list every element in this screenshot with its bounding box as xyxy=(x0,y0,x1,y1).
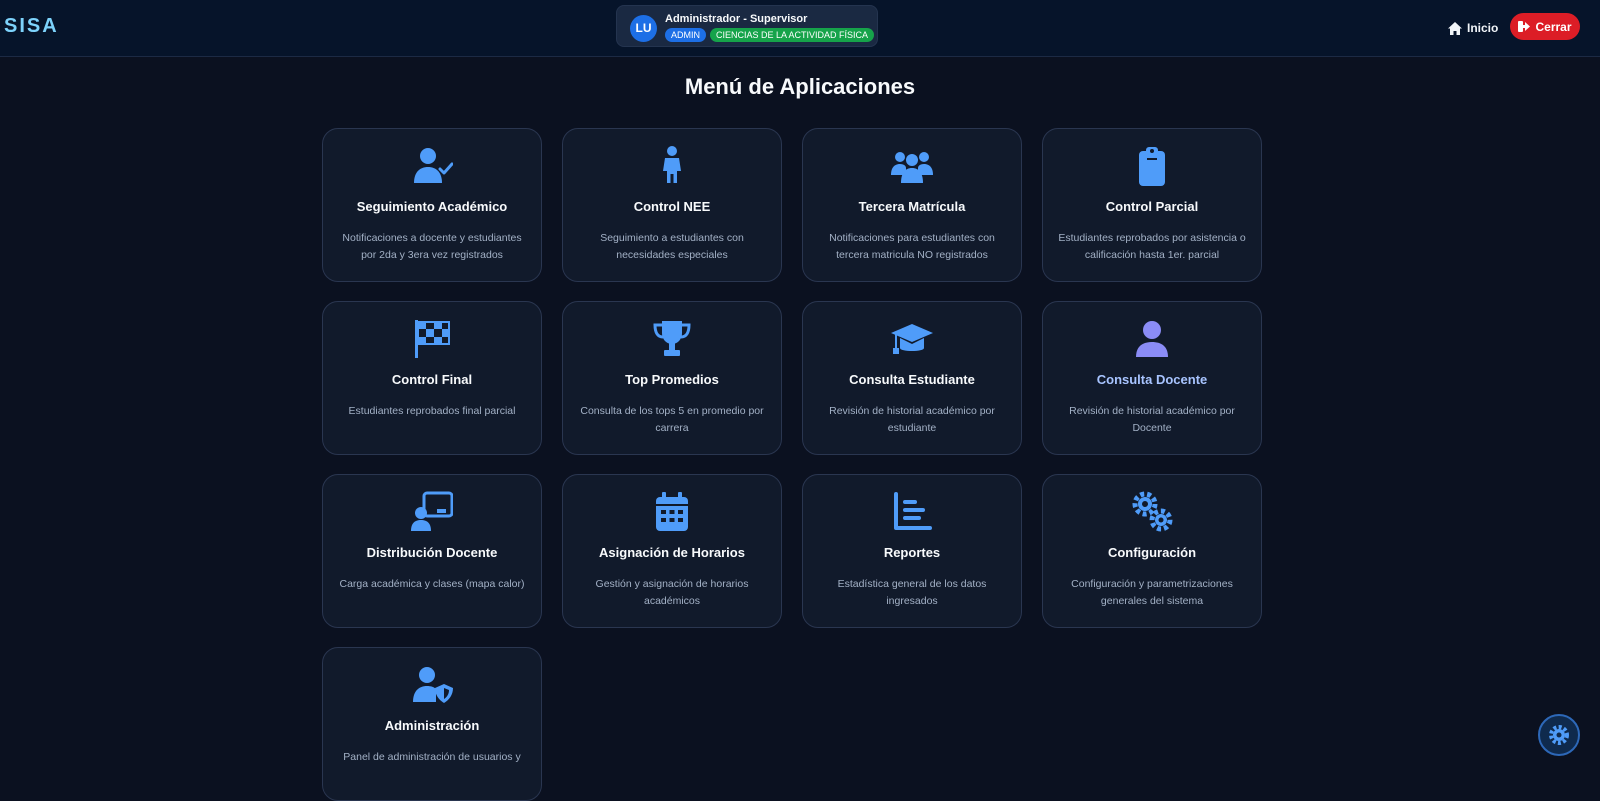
app-card-control-parcial[interactable]: Control Parcial Estudiantes reprobados p… xyxy=(1042,128,1262,282)
card-description: Panel de administración de usuarios y xyxy=(343,751,521,763)
users-icon xyxy=(891,152,933,183)
avatar: LU xyxy=(630,15,657,42)
card-title: Control NEE xyxy=(633,199,711,214)
logout-button[interactable]: Cerrar xyxy=(1510,13,1580,40)
home-icon xyxy=(1448,21,1462,35)
app-card-reportes[interactable]: Reportes Estadística general de los dato… xyxy=(802,474,1022,628)
card-title: Asignación de Horarios xyxy=(599,545,745,560)
card-description: Estadística general de los datos ingresa… xyxy=(837,578,987,607)
clipboard-icon xyxy=(1139,147,1165,186)
card-title: Consulta Estudiante xyxy=(849,372,975,387)
app-card-tercera-matricula[interactable]: Tercera Matrícula Notificaciones para es… xyxy=(802,128,1022,282)
user-info-panel: LU Administrador - Supervisor ADMIN CIEN… xyxy=(616,5,878,47)
app-card-top-promedios[interactable]: Top Promedios Consulta de los tops 5 en … xyxy=(562,301,782,455)
user-icon xyxy=(1136,321,1168,357)
card-title: Distribución Docente xyxy=(366,545,498,560)
card-description: Estudiantes reprobados final parcial xyxy=(348,405,516,417)
logout-label: Cerrar xyxy=(1535,19,1572,34)
brand-logo[interactable]: SISA xyxy=(4,15,59,38)
app-card-asignacion-horarios[interactable]: Asignación de Horarios Gestión y asignac… xyxy=(562,474,782,628)
user-shield-icon xyxy=(413,667,453,703)
card-title: Control Parcial xyxy=(1105,199,1199,214)
sign-out-icon xyxy=(1518,21,1531,32)
card-description: Gestión y asignación de horarios académi… xyxy=(595,578,749,607)
card-description: Notificaciones para estudiantes con terc… xyxy=(829,232,995,261)
graduation-cap-icon xyxy=(891,324,933,354)
gear-icon xyxy=(1549,725,1569,745)
card-description: Estudiantes reprobados por asistencia o … xyxy=(1058,232,1246,261)
chart-bar-icon xyxy=(894,492,932,530)
page-title: Menú de Aplicaciones xyxy=(684,74,916,99)
calendar-icon xyxy=(656,492,688,531)
home-link-label: Inicio xyxy=(1467,21,1499,35)
app-card-consulta-estudiante[interactable]: Consulta Estudiante Revisión de historia… xyxy=(802,301,1022,455)
card-title: Administración xyxy=(384,718,480,733)
app-menu-grid: Seguimiento Académico Notificaciones a d… xyxy=(322,128,1262,801)
card-title: Consulta Docente xyxy=(1096,372,1208,387)
home-link[interactable]: Inicio xyxy=(1448,18,1498,38)
app-card-seguimiento-academico[interactable]: Seguimiento Académico Notificaciones a d… xyxy=(322,128,542,282)
settings-floating-button[interactable] xyxy=(1538,714,1580,756)
user-check-icon xyxy=(414,148,453,183)
app-card-control-final[interactable]: Control Final Estudiantes reprobados fin… xyxy=(322,301,542,455)
card-description: Notificaciones a docente y estudiantes p… xyxy=(342,232,522,261)
card-title: Control Final xyxy=(391,372,473,387)
user-name: Administrador - Supervisor xyxy=(665,13,808,25)
top-navbar: SISA LU Administrador - Supervisor ADMIN… xyxy=(0,0,1600,57)
app-card-distribucion-docente[interactable]: Distribución Docente Carga académica y c… xyxy=(322,474,542,628)
chalkboard-teacher-icon xyxy=(411,491,453,531)
faculty-badge: CIENCIAS DE LA ACTIVIDAD FÍSICA xyxy=(710,28,875,42)
card-description: Configuración y parametrizaciones genera… xyxy=(1071,578,1233,607)
child-icon xyxy=(663,146,681,183)
role-badge: ADMIN xyxy=(665,28,706,42)
card-description: Revisión de historial académico por estu… xyxy=(829,405,995,434)
card-description: Carga académica y clases (mapa calor) xyxy=(339,578,525,590)
flag-checkered-icon xyxy=(415,320,450,358)
card-title: Seguimiento Académico xyxy=(356,199,508,214)
gears-icon xyxy=(1132,491,1173,532)
card-description: Consulta de los tops 5 en promedio por c… xyxy=(580,405,764,434)
card-title: Configuración xyxy=(1107,545,1197,560)
card-description: Seguimiento a estudiantes con necesidade… xyxy=(600,232,744,261)
app-card-control-nee[interactable]: Control NEE Seguimiento a estudiantes co… xyxy=(562,128,782,282)
card-title: Reportes xyxy=(883,545,941,560)
card-description: Revisión de historial académico por Doce… xyxy=(1069,405,1235,434)
app-card-administracion[interactable]: Administración Panel de administración d… xyxy=(322,647,542,801)
app-card-configuracion[interactable]: Configuración Configuración y parametriz… xyxy=(1042,474,1262,628)
card-title: Top Promedios xyxy=(625,372,719,387)
card-title: Tercera Matrícula xyxy=(858,199,966,214)
app-card-consulta-docente[interactable]: Consulta Docente Revisión de historial a… xyxy=(1042,301,1262,455)
trophy-icon xyxy=(653,321,691,356)
